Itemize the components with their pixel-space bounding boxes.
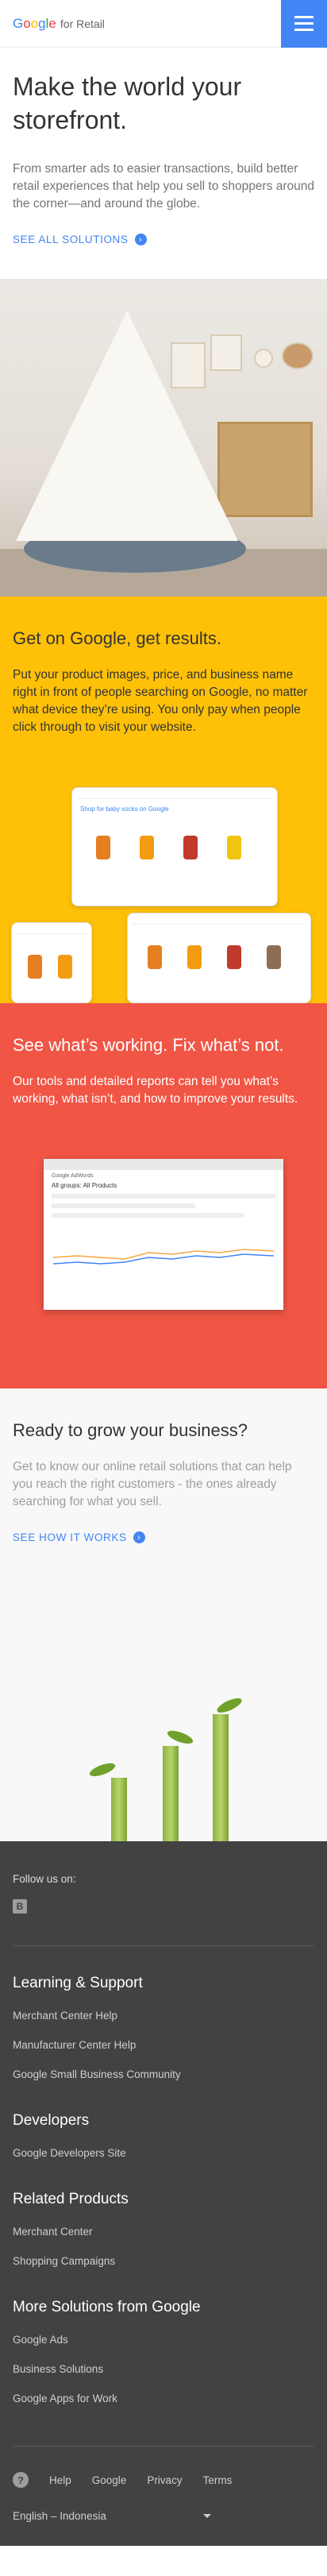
bamboo-stalk: [213, 1714, 229, 1841]
see-all-solutions-link[interactable]: SEE ALL SOLUTIONS ›: [13, 234, 147, 245]
sock-product-image: [183, 836, 198, 859]
hero-title: Make the world your storefront.: [13, 72, 242, 134]
footer-link-manufacturer-center-help[interactable]: Manufacturer Center Help: [13, 2039, 314, 2051]
wall-clock: [254, 349, 273, 368]
footer-link-merchant-center-help[interactable]: Merchant Center Help: [13, 2010, 314, 2022]
section-body: Get to know our online retail solutions …: [13, 1460, 292, 1508]
device-headline: Shop for baby socks on Google: [80, 805, 169, 813]
footer-section-learning: Learning & Support Merchant Center Help …: [13, 1975, 314, 2080]
phone-mockup: [11, 922, 92, 1003]
screenshot-group: All groups: All Products: [52, 1182, 117, 1189]
footer-bottom-links: ? Help Google Privacy Terms: [13, 2446, 314, 2488]
bamboo-leaf: [215, 1695, 244, 1716]
sock-product-image: [58, 955, 72, 979]
section-title: See what’s working. Fix what’s not.: [13, 1035, 284, 1055]
site-header: Google for Retail: [0, 0, 327, 48]
sock-product-image: [140, 836, 154, 859]
footer-section-title: Developers: [13, 2112, 90, 2129]
chevron-down-icon: [203, 2514, 211, 2518]
cta-label: SEE ALL SOLUTIONS: [13, 234, 129, 245]
see-how-it-works-link[interactable]: SEE HOW IT WORKS ›: [13, 1531, 145, 1543]
sock-product-image: [187, 945, 202, 969]
footer-google-link[interactable]: Google: [92, 2474, 127, 2486]
section-title: Ready to grow your business?: [13, 1420, 248, 1440]
adwords-report-screenshot: Google AdWords All groups: All Products: [44, 1159, 283, 1310]
sock-product-image: [28, 955, 42, 979]
tablet-mockup: [127, 913, 311, 1003]
footer-section-developers: Developers Google Developers Site: [13, 2112, 314, 2159]
white-teepee-tent: [16, 311, 238, 541]
sock-product-image: [227, 945, 241, 969]
menu-icon-bar: [294, 29, 314, 31]
footer-divider: [13, 1945, 314, 1946]
arrow-right-icon: ›: [134, 234, 147, 245]
bamboo-stalk: [163, 1746, 179, 1841]
sock-product-image: [148, 945, 162, 969]
follow-us-label: Follow us on:: [13, 1873, 76, 1885]
arrow-right-icon: ›: [133, 1531, 145, 1543]
footer-link-small-business-community[interactable]: Google Small Business Community: [13, 2068, 314, 2080]
language-selector[interactable]: English – Indonesia: [13, 2510, 211, 2522]
help-icon[interactable]: ?: [13, 2472, 29, 2488]
bamboo-leaf: [165, 1728, 195, 1747]
section-body: Our tools and detailed reports can tell …: [13, 1075, 298, 1106]
sock-product-image: [267, 945, 281, 969]
sock-product-image: [227, 836, 241, 859]
hero-section: Make the world your storefront. From sma…: [0, 48, 327, 279]
footer-link-shopping-campaigns[interactable]: Shopping Campaigns: [13, 2255, 314, 2267]
see-whats-working-section: See what’s working. Fix what’s not. Our …: [0, 1003, 327, 1388]
footer-section-more-solutions: More Solutions from Google Google Ads Bu…: [13, 2299, 314, 2404]
google-wordmark: Google: [13, 15, 56, 31]
google-for-retail-logo[interactable]: Google for Retail: [13, 16, 105, 32]
screenshot-title: Google AdWords: [52, 1173, 94, 1179]
section-title: Get on Google, get results.: [13, 628, 221, 648]
section-body: Put your product images, price, and busi…: [13, 668, 308, 734]
laptop-mockup: Shop for baby socks on Google: [71, 787, 278, 906]
footer-link-developers-site[interactable]: Google Developers Site: [13, 2147, 314, 2159]
blogger-icon[interactable]: B: [13, 1899, 27, 1914]
footer-link-google-apps-for-work[interactable]: Google Apps for Work: [13, 2393, 314, 2404]
menu-icon-bar: [294, 16, 314, 18]
bamboo-leaf: [87, 1760, 117, 1779]
footer-help-link[interactable]: Help: [49, 2474, 71, 2486]
footer-section-title: Learning & Support: [13, 1975, 143, 1991]
footer-link-google-ads[interactable]: Google Ads: [13, 2334, 314, 2346]
footer-link-merchant-center[interactable]: Merchant Center: [13, 2226, 314, 2238]
footer-terms-link[interactable]: Terms: [203, 2474, 233, 2486]
site-footer: Follow us on: B Learning & Support Merch…: [0, 1841, 327, 2546]
hamburger-menu-button[interactable]: [281, 0, 327, 48]
performance-line-graph: [53, 1249, 274, 1265]
footer-privacy-link[interactable]: Privacy: [147, 2474, 182, 2486]
language-label: English – Indonesia: [13, 2510, 106, 2522]
footer-section-related: Related Products Merchant Center Shoppin…: [13, 2191, 314, 2267]
sock-product-image: [96, 836, 110, 859]
bamboo-stalk: [111, 1778, 127, 1841]
wall-deer-head: [282, 342, 314, 369]
footer-section-title: More Solutions from Google: [13, 2299, 201, 2315]
get-on-google-section: Get on Google, get results. Put your pro…: [0, 597, 327, 1003]
logo-suffix: for Retail: [60, 17, 105, 30]
teepee-room-photo: [0, 279, 327, 597]
footer-link-business-solutions[interactable]: Business Solutions: [13, 2363, 314, 2375]
hero-body: From smarter ads to easier transactions,…: [13, 162, 314, 210]
menu-icon-bar: [294, 22, 314, 25]
cta-label: SEE HOW IT WORKS: [13, 1531, 127, 1543]
footer-section-title: Related Products: [13, 2191, 129, 2207]
ready-to-grow-section: Ready to grow your business? Get to know…: [0, 1388, 327, 1841]
